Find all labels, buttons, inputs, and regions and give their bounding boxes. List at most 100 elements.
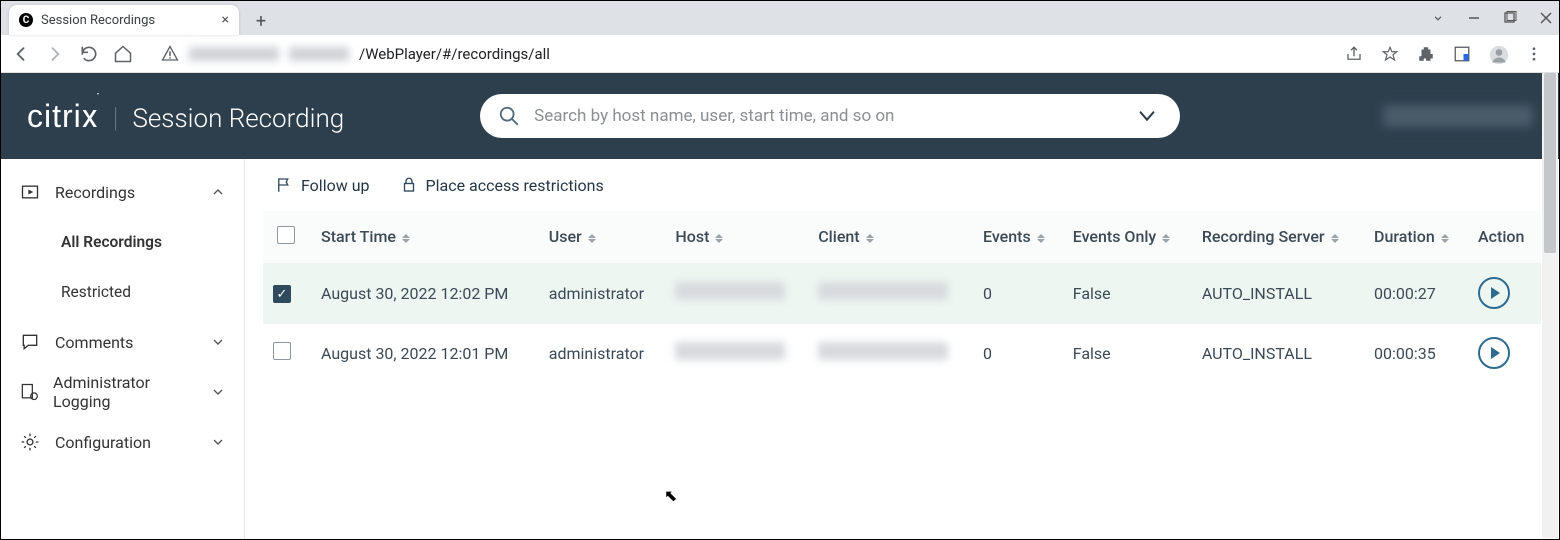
user-name-obscured — [1383, 105, 1533, 127]
sidebar-item-label: Recordings — [55, 183, 135, 202]
brand-block: citrix˙ | Session Recording — [27, 97, 344, 135]
url-visible-path: /WebPlayer/#/recordings/all — [359, 45, 550, 63]
user-area[interactable] — [1383, 105, 1533, 127]
sidebar-item-label: Restricted — [61, 283, 131, 301]
sidebar-item-label: Configuration — [55, 433, 151, 452]
chevron-down-icon — [210, 384, 226, 400]
tab-favicon: C — [19, 13, 33, 27]
tab-title: Session Recordings — [41, 13, 214, 28]
nav-back-icon[interactable] — [11, 44, 31, 64]
cell-duration: 00:00:27 — [1364, 263, 1468, 323]
play-button[interactable] — [1478, 337, 1510, 369]
tab-search-icon[interactable] — [1431, 11, 1445, 25]
browser-tab[interactable]: C Session Recordings × — [9, 5, 239, 35]
col-client[interactable]: Client — [808, 211, 973, 263]
cell-user: administrator — [539, 323, 666, 383]
row-checkbox[interactable] — [273, 285, 291, 303]
scrollbar-thumb[interactable] — [1544, 73, 1556, 253]
site-warning-icon[interactable] — [161, 45, 179, 63]
col-duration[interactable]: Duration — [1364, 211, 1468, 263]
col-events-only[interactable]: Events Only — [1063, 211, 1192, 263]
col-host[interactable]: Host — [665, 211, 808, 263]
sidebar-item-comments[interactable]: Comments — [1, 317, 244, 367]
bookmark-star-icon[interactable] — [1381, 45, 1399, 63]
window-controls — [1431, 1, 1553, 35]
client-obscured — [818, 342, 948, 360]
place-restrictions-button[interactable]: Place access restrictions — [400, 176, 604, 195]
header-checkbox[interactable] — [277, 226, 295, 244]
browser-tabstrip: C Session Recordings × + — [1, 1, 1559, 35]
cell-events-only: False — [1063, 263, 1192, 323]
chevron-down-icon — [210, 434, 226, 450]
table-row[interactable]: August 30, 2022 12:02 PM administrator 0… — [263, 263, 1541, 323]
new-tab-button[interactable]: + — [247, 7, 275, 35]
host-obscured — [675, 282, 785, 300]
cell-events: 0 — [973, 323, 1063, 383]
cell-host — [665, 263, 808, 323]
sidebar: Recordings All Recordings Restricted Com… — [1, 159, 245, 539]
sidebar-item-label: Administrator Logging — [53, 373, 196, 411]
recordings-table: Start Time User Host Client Events Event… — [263, 211, 1541, 383]
content-toolbar: Follow up Place access restrictions — [263, 159, 1541, 211]
cell-start-time: August 30, 2022 12:02 PM — [311, 263, 539, 323]
gear-icon — [19, 431, 41, 453]
client-obscured — [818, 282, 948, 300]
recordings-icon — [19, 181, 41, 203]
comments-icon — [19, 331, 41, 353]
col-recording-server[interactable]: Recording Server — [1192, 211, 1364, 263]
search-expand-icon[interactable] — [1136, 105, 1158, 127]
place-restrictions-label: Place access restrictions — [426, 176, 604, 195]
brand-logo: citrix˙ — [27, 97, 99, 135]
cell-client — [808, 263, 973, 323]
sidebar-item-restricted[interactable]: Restricted — [1, 267, 244, 317]
url-path-obscured — [289, 47, 349, 61]
cell-recording-server: AUTO_INSTALL — [1192, 323, 1364, 383]
lock-icon — [400, 176, 418, 194]
cell-user: administrator — [539, 263, 666, 323]
table-row[interactable]: August 30, 2022 12:01 PM administrator 0… — [263, 323, 1541, 383]
cell-duration: 00:00:35 — [1364, 323, 1468, 383]
play-button[interactable] — [1478, 277, 1510, 309]
row-checkbox[interactable] — [273, 342, 291, 360]
browser-menu-icon[interactable] — [1525, 45, 1543, 63]
flag-icon — [275, 176, 293, 194]
maximize-icon[interactable] — [1503, 11, 1517, 25]
extensions-icon[interactable] — [1417, 45, 1435, 63]
content-area: Follow up Place access restrictions Star… — [245, 159, 1559, 539]
nav-forward-icon[interactable] — [45, 44, 65, 64]
reading-list-icon[interactable] — [1453, 45, 1471, 63]
follow-up-button[interactable]: Follow up — [275, 176, 370, 195]
chevron-down-icon — [210, 334, 226, 350]
minimize-icon[interactable] — [1467, 11, 1481, 25]
sidebar-item-admin-logging[interactable]: Administrator Logging — [1, 367, 244, 417]
search-icon — [498, 105, 520, 127]
vertical-scrollbar[interactable] — [1542, 73, 1558, 538]
profile-avatar-icon[interactable] — [1489, 45, 1507, 63]
share-icon[interactable] — [1345, 45, 1363, 63]
nav-reload-icon[interactable] — [79, 44, 99, 64]
url-host-obscured — [189, 47, 279, 61]
omnibox[interactable]: /WebPlayer/#/recordings/all — [147, 39, 1331, 69]
product-name: Session Recording — [132, 104, 344, 134]
sidebar-item-recordings[interactable]: Recordings — [1, 167, 244, 217]
cell-start-time: August 30, 2022 12:01 PM — [311, 323, 539, 383]
cell-events-only: False — [1063, 323, 1192, 383]
chevron-up-icon — [210, 184, 226, 200]
sidebar-item-label: Comments — [55, 333, 133, 352]
cell-client — [808, 323, 973, 383]
cell-recording-server: AUTO_INSTALL — [1192, 263, 1364, 323]
col-events[interactable]: Events — [973, 211, 1063, 263]
host-obscured — [675, 342, 785, 360]
sidebar-item-all-recordings[interactable]: All Recordings — [1, 217, 244, 267]
tab-close-icon[interactable]: × — [222, 12, 229, 28]
col-start-time[interactable]: Start Time — [311, 211, 539, 263]
sidebar-item-configuration[interactable]: Configuration — [1, 417, 244, 467]
app-header: citrix˙ | Session Recording — [1, 73, 1559, 159]
search-input[interactable] — [534, 106, 1122, 126]
col-user[interactable]: User — [539, 211, 666, 263]
close-window-icon[interactable] — [1539, 11, 1553, 25]
search-box[interactable] — [480, 94, 1180, 138]
nav-home-icon[interactable] — [113, 44, 133, 64]
browser-addressbar: /WebPlayer/#/recordings/all — [1, 35, 1559, 73]
table-header-row: Start Time User Host Client Events Event… — [263, 211, 1541, 263]
